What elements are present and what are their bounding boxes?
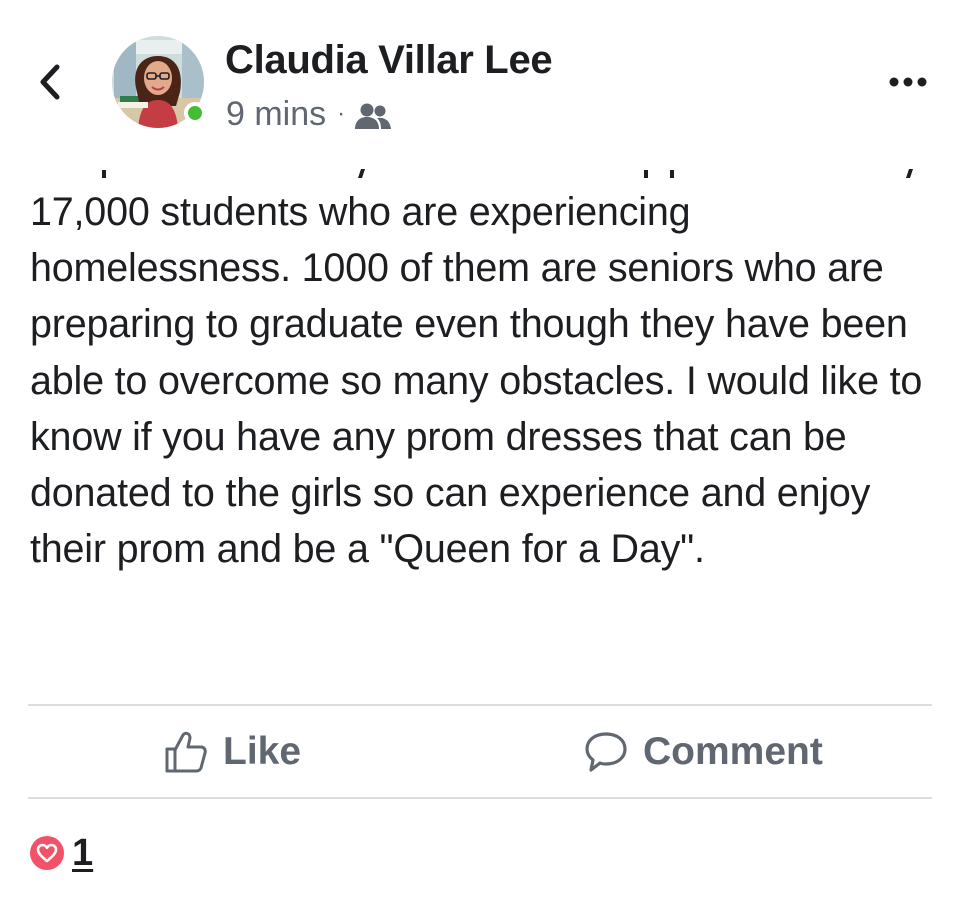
divider (28, 797, 932, 799)
post-action-bar: Like Comment (0, 706, 960, 796)
comment-button[interactable]: Comment (583, 728, 823, 776)
more-options-button[interactable] (884, 64, 932, 100)
chevron-left-icon (40, 64, 60, 100)
comment-label: Comment (643, 730, 823, 773)
friends-icon[interactable] (354, 102, 392, 130)
online-status-indicator (184, 102, 206, 124)
thumbs-up-icon (165, 731, 207, 773)
author-avatar-button[interactable] (112, 36, 206, 128)
author-name[interactable]: Claudia Villar Lee (225, 38, 553, 83)
more-horizontal-icon (889, 77, 927, 87)
clipped-text-line (28, 150, 928, 178)
post-meta: 9 mins · (226, 94, 392, 134)
comment-icon (585, 732, 627, 772)
back-button[interactable] (30, 52, 70, 112)
post-header: Claudia Villar Lee 9 mins · (0, 0, 960, 150)
reaction-count[interactable]: 1 (72, 834, 93, 872)
like-button[interactable]: Like (163, 728, 301, 776)
meta-separator: · (337, 100, 346, 127)
reactions-summary[interactable]: 1 (30, 834, 93, 872)
post-timestamp[interactable]: 9 mins (226, 95, 326, 134)
like-label: Like (223, 730, 302, 773)
heart-icon (30, 836, 64, 870)
post-body-text: 17,000 students who are experiencing hom… (30, 190, 923, 572)
